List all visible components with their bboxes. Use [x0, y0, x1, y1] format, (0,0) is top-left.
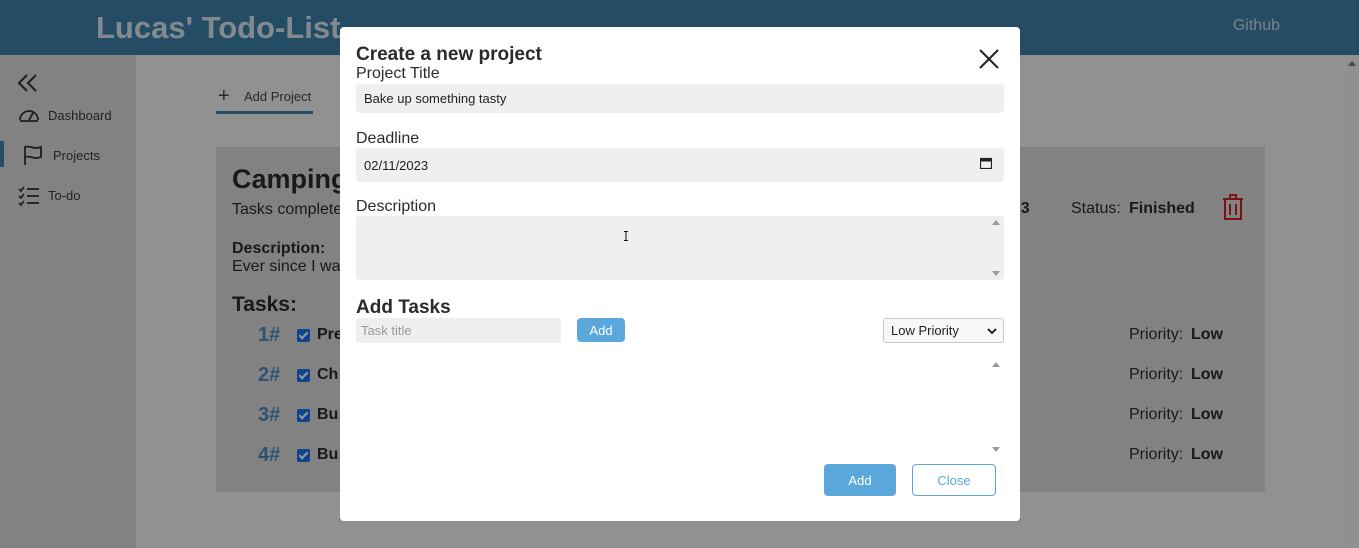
scroll-up-icon[interactable] [992, 362, 1000, 367]
description-label: Description [356, 198, 437, 215]
add-task-button[interactable]: Add [577, 318, 625, 342]
create-project-modal: Create a new project Project Title Bake … [340, 27, 1020, 521]
task-title-input[interactable]: Task title [356, 318, 561, 343]
calendar-icon[interactable] [980, 157, 992, 169]
description-textarea[interactable] [356, 216, 1004, 280]
priority-selected: Low Priority [891, 323, 959, 338]
task-list-box[interactable] [356, 358, 1004, 456]
add-tasks-title: Add Tasks [356, 297, 451, 318]
deadline-value: 02/11/2023 [364, 157, 429, 173]
task-list-scrollbar[interactable] [992, 362, 1000, 452]
project-title-input[interactable]: Bake up something tasty [356, 84, 1004, 113]
close-icon[interactable] [977, 47, 1001, 71]
modal-title: Create a new project [356, 44, 542, 65]
priority-select[interactable]: Low Priority [883, 318, 1004, 343]
deadline-label: Deadline [356, 130, 420, 147]
textarea-scrollbar[interactable] [992, 220, 1000, 276]
add-project-submit-button[interactable]: Add [824, 464, 896, 496]
scroll-down-icon[interactable] [992, 271, 1000, 276]
text-cursor-icon [624, 231, 628, 241]
scroll-down-icon[interactable] [992, 447, 1000, 452]
project-title-label: Project Title [356, 65, 440, 82]
close-button[interactable]: Close [912, 464, 996, 496]
scroll-up-icon[interactable] [992, 220, 1000, 225]
deadline-date-input[interactable]: 02/11/2023 [356, 148, 1004, 182]
chevron-down-icon [987, 328, 997, 335]
